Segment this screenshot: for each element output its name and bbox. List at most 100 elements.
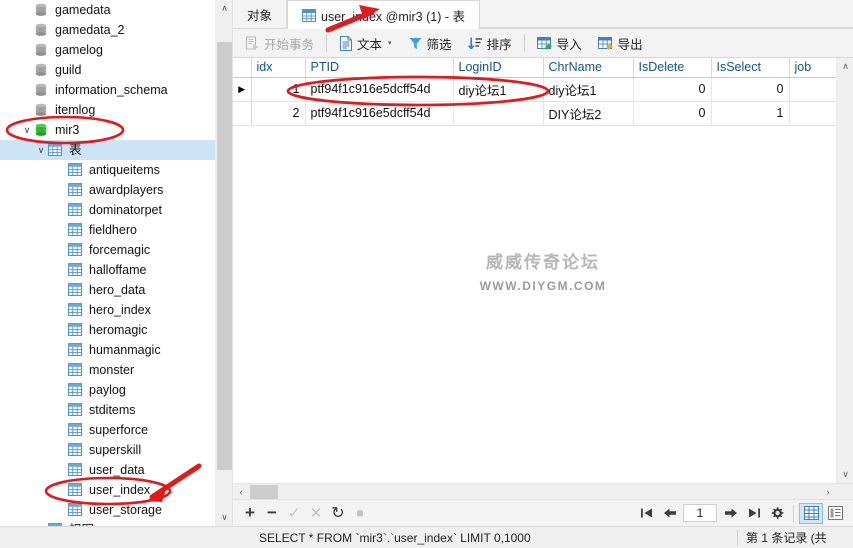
row-indicator[interactable] xyxy=(233,101,252,126)
add-record-button[interactable]: + xyxy=(239,503,261,524)
column-header-ChrName[interactable]: ChrName xyxy=(543,58,634,78)
tree-table-heromagic[interactable]: heromagic xyxy=(0,320,232,340)
column-header-PTID[interactable]: PTID xyxy=(305,58,454,78)
table-row[interactable]: ▶ 1 ptf94f1c916e5dcff54d diy论坛1 diy论坛1 0 0 xyxy=(233,77,853,102)
cell-ChrName[interactable]: DIY论坛2 xyxy=(543,101,634,126)
tree-table-forcemagic[interactable]: forcemagic xyxy=(0,240,232,260)
tree-database-itemlog[interactable]: itemlog xyxy=(0,100,232,120)
column-header-IsDelete[interactable]: IsDelete xyxy=(633,58,712,78)
grid-horizontal-scrollbar[interactable]: ‹ › xyxy=(233,483,853,499)
sidebar-scroll-up-arrow[interactable]: ∧ xyxy=(216,0,232,17)
tree-table-superforce[interactable]: superforce xyxy=(0,420,232,440)
grid-scroll-left-arrow[interactable]: ‹ xyxy=(233,484,249,500)
tree-table-stditems[interactable]: stditems xyxy=(0,400,232,420)
tree-table-monster[interactable]: monster xyxy=(0,360,232,380)
tree-table-superskill[interactable]: superskill xyxy=(0,440,232,460)
sidebar-scroll-thumb[interactable] xyxy=(217,42,232,470)
status-bar-query-text: SELECT * FROM `mir3`.`user_index` LIMIT … xyxy=(259,530,531,545)
tree-database-guild[interactable]: guild xyxy=(0,60,232,80)
tree-table-humanmagic[interactable]: humanmagic xyxy=(0,340,232,360)
expand-chevron-icon[interactable]: ∨ xyxy=(20,120,34,140)
stop-button[interactable]: ■ xyxy=(349,503,371,524)
grid-scroll-right-arrow[interactable]: › xyxy=(820,484,836,500)
prev-page-button[interactable] xyxy=(658,503,681,524)
table-row[interactable]: 2 ptf94f1c916e5dcff54d DIY论坛2 0 1 xyxy=(233,101,853,126)
table-icon xyxy=(68,362,84,378)
tab-user-index-table[interactable]: user_index @mir3 (1) - 表 xyxy=(287,0,480,29)
refresh-button[interactable]: ↻ xyxy=(327,503,349,524)
tree-database-gamedata[interactable]: gamedata xyxy=(0,0,232,20)
tab-object[interactable]: 对象 xyxy=(233,0,288,28)
tree-table-paylog[interactable]: paylog xyxy=(0,380,232,400)
cell-IsDelete[interactable]: 0 xyxy=(633,77,712,102)
begin-transaction-button[interactable]: 开始事务 xyxy=(237,31,322,56)
column-header-LoginID[interactable]: LoginID xyxy=(453,58,544,78)
cell-IsSelect[interactable]: 0 xyxy=(711,77,790,102)
database-icon xyxy=(34,3,50,18)
data-grid[interactable]: idx PTID LoginID ChrName IsDelete IsSelect job… xyxy=(233,58,853,126)
cell-IsDelete[interactable]: 0 xyxy=(633,101,712,126)
cell-idx[interactable]: 1 xyxy=(251,77,306,102)
cell-PTID[interactable]: ptf94f1c916e5dcff54d xyxy=(305,101,454,126)
data-grid-body[interactable]: ▶ 1 ptf94f1c916e5dcff54d diy论坛1 diy论坛1 0 0 2 ptf… xyxy=(233,77,853,126)
form-view-button[interactable] xyxy=(823,503,847,524)
sort-button[interactable]: 排序 xyxy=(460,31,520,56)
grid-settings-button[interactable] xyxy=(765,503,788,524)
next-page-button[interactable] xyxy=(719,503,742,524)
tree-table-hero_data[interactable]: hero_data xyxy=(0,280,232,300)
database-tree[interactable]: gamedata gamedata_2 gamelog guild informatio… xyxy=(0,0,232,526)
text-button[interactable]: 文本 ▾ xyxy=(331,31,400,56)
grid-view-button[interactable] xyxy=(799,502,823,524)
tree-table-awardplayers[interactable]: awardplayers xyxy=(0,180,232,200)
tab-user-index-label: user_index @mir3 (1) - 表 xyxy=(321,9,465,24)
tree-table-user_storage[interactable]: user_storage xyxy=(0,500,232,520)
watermark-line2: WWW.DIYGM.COM xyxy=(479,279,607,293)
tree-table-fieldhero[interactable]: fieldhero xyxy=(0,220,232,240)
tree-database-gamelog[interactable]: gamelog xyxy=(0,40,232,60)
chevron-down-icon[interactable]: ▾ xyxy=(388,39,392,47)
first-page-button[interactable] xyxy=(635,503,658,524)
tree-table-user_data[interactable]: user_data xyxy=(0,460,232,480)
cell-PTID[interactable]: ptf94f1c916e5dcff54d xyxy=(305,77,454,102)
object-tree-sidebar[interactable]: gamedata gamedata_2 gamelog guild informatio… xyxy=(0,0,233,526)
column-header-IsSelect[interactable]: IsSelect xyxy=(711,58,790,78)
first-page-icon xyxy=(640,508,652,518)
last-page-button[interactable] xyxy=(742,503,765,524)
tree-table-halloffame[interactable]: halloffame xyxy=(0,260,232,280)
expand-chevron-icon[interactable]: ∨ xyxy=(34,140,48,160)
tree-tables-group[interactable]: ∨ 表 xyxy=(0,140,232,160)
cell-IsSelect[interactable]: 1 xyxy=(711,101,790,126)
remove-record-button[interactable]: − xyxy=(261,503,283,524)
cell-LoginID[interactable]: diy论坛1 xyxy=(453,77,544,102)
cell-idx[interactable]: 2 xyxy=(251,101,306,126)
table-icon xyxy=(68,222,84,238)
tree-table-user_index[interactable]: user_index xyxy=(0,480,232,500)
sidebar-vertical-scrollbar[interactable]: ∧ ∨ xyxy=(215,0,232,526)
tree-node-label: mir3 xyxy=(55,123,80,137)
sidebar-scroll-down-arrow[interactable]: ∨ xyxy=(216,509,232,526)
data-grid-container[interactable]: idx PTID LoginID ChrName IsDelete IsSelect job… xyxy=(233,58,853,483)
grid-scroll-down-arrow[interactable]: ∨ xyxy=(837,466,853,483)
grid-scroll-up-arrow[interactable]: ∧ xyxy=(837,58,853,75)
toolbar-separator-1 xyxy=(326,34,328,52)
row-indicator[interactable]: ▶ xyxy=(233,77,252,102)
column-header-idx[interactable]: idx xyxy=(251,58,306,78)
grid-hscroll-thumb[interactable] xyxy=(250,485,278,499)
import-button[interactable]: 导入 xyxy=(529,31,590,56)
cancel-record-button[interactable]: ✕ xyxy=(305,503,327,524)
tree-database-gamedata_2[interactable]: gamedata_2 xyxy=(0,20,232,40)
tree-database-mir3[interactable]: ∨ mir3 xyxy=(0,120,232,140)
tree-views-group[interactable]: 视图 xyxy=(0,520,232,526)
filter-button[interactable]: 筛选 xyxy=(400,31,460,56)
cell-LoginID[interactable] xyxy=(453,101,544,126)
tree-table-antiqueitems[interactable]: antiqueitems xyxy=(0,160,232,180)
tree-table-dominatorpet[interactable]: dominatorpet xyxy=(0,200,232,220)
tree-database-information_schema[interactable]: information_schema xyxy=(0,80,232,100)
export-button[interactable]: 导出 xyxy=(590,31,651,56)
grid-vertical-scrollbar[interactable]: ∧ ∨ xyxy=(836,58,853,483)
cell-ChrName[interactable]: diy论坛1 xyxy=(543,77,634,102)
confirm-record-button[interactable]: ✓ xyxy=(283,503,305,524)
export-button-label: 导出 xyxy=(617,37,643,52)
page-number-input[interactable]: 1 xyxy=(683,504,717,522)
tree-table-hero_index[interactable]: hero_index xyxy=(0,300,232,320)
